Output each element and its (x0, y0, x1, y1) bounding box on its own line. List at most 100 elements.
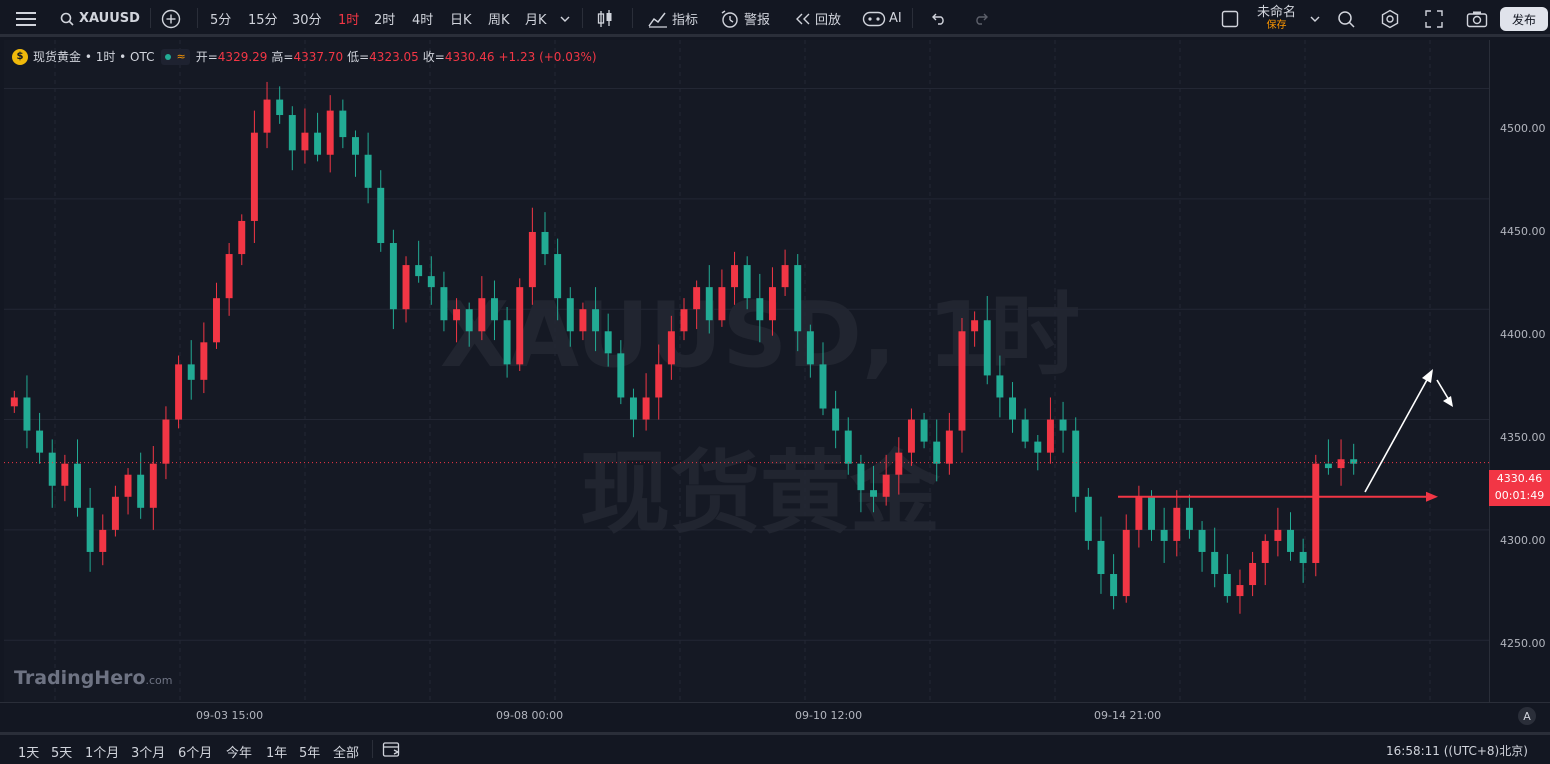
wave-icon: ≈ (176, 50, 186, 63)
legend-change: +1.23 (+0.03%) (498, 49, 597, 64)
candle-body (1299, 551, 1307, 563)
range-1m[interactable]: 1个月 (85, 742, 119, 761)
price-label: 4300.00 (1500, 534, 1546, 547)
candle-body (1097, 540, 1105, 575)
candle-body (958, 331, 966, 431)
candle-body (23, 397, 31, 431)
candle-body (1160, 529, 1168, 541)
candle-body (1223, 574, 1231, 597)
price-axis[interactable] (1489, 40, 1550, 702)
time-label: 09-14 21:00 (1094, 709, 1162, 722)
candle-body (1324, 463, 1332, 469)
candle-body (1249, 562, 1257, 586)
legend-close: 4330.46 (444, 49, 495, 64)
candle-body (314, 132, 322, 155)
candle-body (503, 320, 511, 365)
candle-body (1274, 529, 1282, 541)
candle-body (718, 287, 726, 321)
gold-coin-icon: $ (12, 48, 28, 65)
candle-body (10, 397, 18, 407)
candle-body (99, 529, 107, 552)
candle-body (465, 309, 473, 332)
candle-body (326, 110, 334, 155)
candle-body (1110, 574, 1118, 597)
candle-body (250, 132, 258, 221)
candle-body (288, 115, 296, 151)
candle-body (528, 231, 536, 288)
bottom-divider (372, 740, 373, 758)
range-6m[interactable]: 6个月 (178, 742, 212, 761)
candle-body (933, 441, 941, 464)
price-label: 4350.00 (1500, 431, 1546, 444)
range-3m[interactable]: 3个月 (131, 742, 165, 761)
legend-close-label: 收= (422, 50, 445, 64)
candle-body (415, 265, 423, 277)
candle-body (996, 375, 1004, 398)
candle-body (162, 419, 170, 464)
market-status-badge[interactable]: ≈ (160, 48, 190, 65)
clock-timezone[interactable]: 16:58:11 ((UTC+8)北京) (1386, 742, 1528, 759)
price-label: 4250.00 (1500, 637, 1546, 650)
legend-open: 4329.29 (217, 49, 268, 64)
candle-body (187, 364, 195, 380)
candle-body (200, 342, 208, 380)
candle-body (781, 265, 789, 288)
current-price: 4330.46 (1496, 472, 1543, 485)
candle-body (1337, 459, 1345, 469)
goto-date-button[interactable] (382, 740, 402, 762)
candle-body (617, 353, 625, 398)
candle-body (263, 99, 271, 133)
candle-body (453, 309, 461, 321)
calendar-arrow-icon (382, 742, 400, 757)
projection-up-arrow-head (1422, 369, 1433, 383)
candle-body (1122, 529, 1130, 597)
candle-body (554, 254, 562, 299)
support-arrow-head (1426, 491, 1438, 502)
legend-low-label: 低= (347, 50, 370, 64)
candle-body (377, 187, 385, 244)
price-label: 4500.00 (1500, 122, 1546, 135)
candle-body (844, 430, 852, 464)
candle-body (149, 463, 157, 508)
time-label: 09-10 12:00 (795, 709, 863, 722)
projection-up-line (1364, 377, 1429, 493)
bar-countdown: 00:01:49 (1494, 489, 1545, 502)
candle-body (857, 463, 865, 491)
range-1y[interactable]: 1年 (266, 742, 287, 761)
time-label: 09-08 00:00 (496, 709, 564, 722)
candle-body (175, 364, 183, 420)
range-5d[interactable]: 5天 (51, 742, 72, 761)
time-label: 09-03 15:00 (196, 709, 264, 722)
candle-body (882, 474, 890, 497)
candle-body (352, 137, 359, 155)
candle-body (794, 265, 802, 332)
candle-body (516, 287, 524, 365)
range-5y[interactable]: 5年 (299, 742, 320, 761)
range-ytd[interactable]: 今年 (226, 742, 252, 761)
candle-body (402, 265, 410, 310)
candle-body (693, 287, 701, 310)
candle-body (1009, 397, 1016, 420)
candle-body (225, 254, 233, 299)
candle-body (74, 463, 81, 508)
candle-body (806, 331, 814, 365)
candlestick-chart[interactable] (0, 0, 1550, 764)
range-all[interactable]: 全部 (333, 742, 359, 761)
candle-body (731, 265, 739, 288)
candle-body (111, 496, 119, 530)
auto-scale-button[interactable]: A (1518, 707, 1536, 725)
candle-body (945, 430, 953, 464)
legend-high-label: 高= (271, 50, 294, 64)
candle-body (819, 364, 827, 409)
market-open-dot (164, 53, 171, 60)
price-label: 4400.00 (1500, 328, 1546, 341)
candle-body (667, 331, 675, 365)
candle-body (86, 507, 94, 552)
candle-body (301, 132, 309, 151)
current-price-badge: 4330.46 00:01:49 (1489, 470, 1550, 506)
range-1d[interactable]: 1天 (18, 742, 39, 761)
brand-suffix: .com (145, 674, 173, 687)
candle-body (61, 463, 69, 486)
candle-body (1198, 529, 1206, 552)
brand-watermark: TradingHero.com (14, 667, 173, 689)
